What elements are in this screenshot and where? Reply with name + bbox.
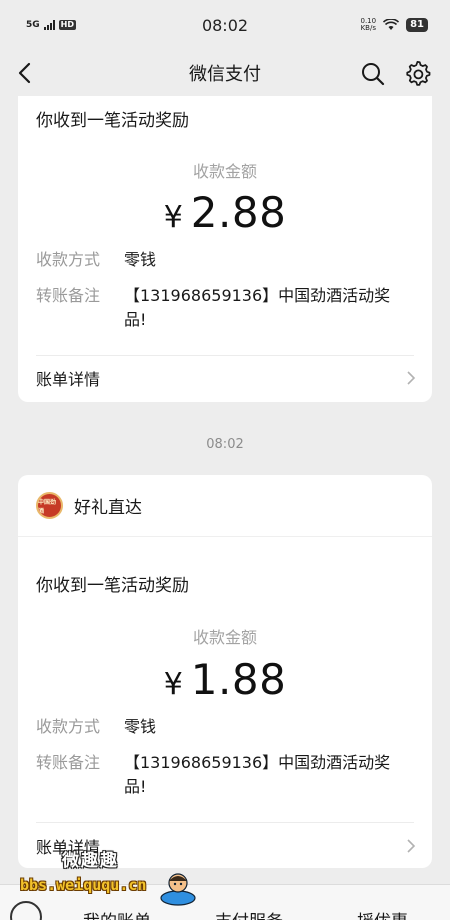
battery-icon: 81 — [406, 18, 428, 32]
status-right: 0.10 KB/s 81 — [360, 18, 428, 32]
payment-message-card: 中国劲酒 好礼直达 你收到一笔活动奖励 收款金额 ¥ 1.88 收款方式 零钱 … — [18, 475, 432, 868]
chevron-right-icon — [407, 839, 416, 853]
network-type: 5G — [26, 19, 40, 30]
payment-method-row: 收款方式 零钱 — [18, 248, 400, 272]
transfer-note-value: 【131968659136】中国劲酒活动奖品! — [124, 286, 391, 329]
menu-shake-offers[interactable]: 摇优惠 — [357, 907, 408, 920]
wifi-icon — [383, 19, 400, 30]
amount-label: 收款金额 — [192, 628, 257, 647]
back-arrow-icon[interactable] — [14, 60, 38, 86]
merchant-name: 好礼直达 — [74, 498, 142, 518]
amount-value: ¥ 2.88 — [18, 188, 432, 237]
merchant-logo: 中国劲酒 — [36, 492, 63, 519]
signal-icon — [43, 20, 55, 30]
payment-method-row: 收款方式 零钱 — [18, 715, 400, 739]
transfer-note-label: 转账备注 — [36, 286, 101, 305]
gear-icon[interactable] — [404, 60, 432, 88]
payment-method-label: 收款方式 — [36, 717, 101, 736]
divider — [36, 355, 414, 356]
amount-number: 1.88 — [190, 655, 287, 704]
hd-badge: HD — [58, 20, 76, 30]
amount-value: ¥ 1.88 — [18, 655, 432, 704]
payment-method-label: 收款方式 — [36, 250, 101, 269]
watermark-text: 微趣趣 — [62, 851, 119, 871]
status-left: 5G HD — [26, 20, 76, 30]
message-timestamp: 08:02 — [206, 437, 244, 452]
bill-detail-label: 账单详情 — [36, 370, 101, 389]
message-title: 你收到一笔活动奖励 — [36, 111, 189, 131]
watermark-url: bbs.weiququ.cn — [20, 876, 147, 894]
menu-my-bills[interactable]: 我的账单 — [83, 907, 151, 920]
transfer-note-row: 转账备注 【131968659136】中国劲酒活动奖品! — [18, 751, 400, 799]
currency-symbol: ¥ — [163, 667, 183, 702]
mascot-icon — [160, 873, 196, 906]
nav-bar: 微信支付 — [0, 50, 450, 96]
transfer-note-row: 转账备注 【131968659136】中国劲酒活动奖品! — [18, 284, 400, 332]
transfer-note-value: 【131968659136】中国劲酒活动奖品! — [124, 753, 391, 796]
speed-unit: KB/s — [360, 24, 376, 32]
network-speed: 0.10 KB/s — [360, 18, 376, 32]
amount-number: 2.88 — [190, 188, 287, 237]
menu-payment-services[interactable]: 支付服务 — [215, 907, 283, 920]
payment-method-value: 零钱 — [124, 717, 157, 736]
watermark: 微趣趣 bbs.weiququ.cn — [8, 846, 204, 906]
divider — [36, 822, 414, 823]
amount-label: 收款金额 — [192, 162, 257, 181]
bill-detail-link[interactable]: 账单详情 — [36, 366, 416, 390]
payment-method-value: 零钱 — [124, 250, 157, 269]
payment-message-card: 你收到一笔活动奖励 收款金额 ¥ 2.88 收款方式 零钱 转账备注 【1319… — [18, 96, 432, 402]
message-title: 你收到一笔活动奖励 — [36, 576, 189, 596]
transfer-note-label: 转账备注 — [36, 753, 101, 772]
chevron-right-icon — [407, 371, 416, 385]
merchant-header[interactable]: 中国劲酒 好礼直达 — [18, 475, 432, 537]
status-bar: 5G HD 08:02 0.10 KB/s 81 — [0, 0, 450, 50]
currency-symbol: ¥ — [163, 200, 183, 235]
search-icon[interactable] — [360, 61, 386, 87]
merchant-logo-text: 中国劲酒 — [38, 498, 57, 515]
